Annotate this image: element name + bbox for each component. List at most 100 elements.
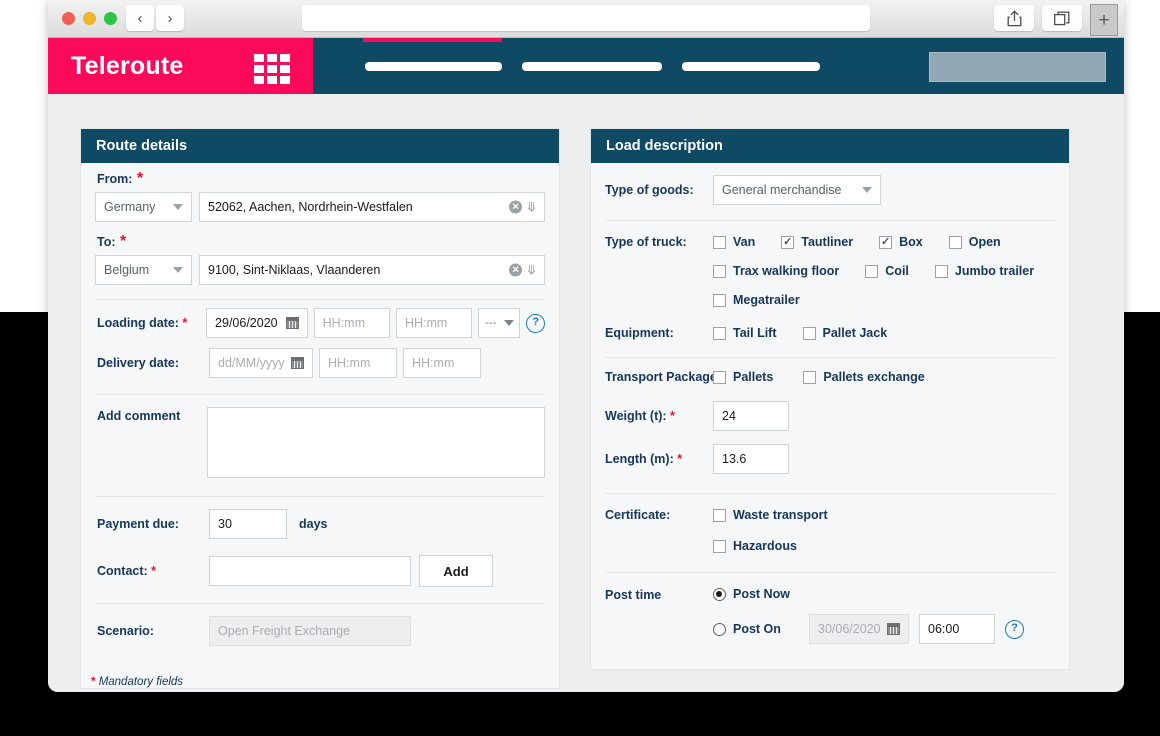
from-country-select[interactable]: Germany	[95, 192, 192, 222]
type-of-goods-value: General merchandise	[722, 183, 842, 197]
delivery-time-to-input[interactable]: HH:mm	[403, 348, 481, 378]
checkbox-label: Coil	[885, 264, 909, 278]
nav-item-2[interactable]	[522, 61, 662, 71]
checkbox-box[interactable]	[713, 293, 726, 307]
post-on-date-input: 30/06/2020	[809, 614, 909, 644]
show-tabs-button[interactable]	[1042, 5, 1082, 31]
calendar-icon[interactable]	[291, 357, 304, 369]
checkbox-box[interactable]	[781, 235, 795, 249]
length-input[interactable]: 13.6	[713, 444, 789, 474]
loading-date-mode-value: ---	[485, 317, 497, 329]
loading-date-input[interactable]: 29/06/2020	[206, 308, 308, 338]
checkbox-box[interactable]	[713, 326, 726, 340]
checkbox-box[interactable]	[934, 264, 948, 278]
radio-button[interactable]	[713, 622, 726, 636]
checkbox-tail-lift[interactable]: Tail Lift	[713, 326, 777, 340]
checkbox-box[interactable]	[713, 539, 726, 553]
from-required-marker: *	[136, 170, 144, 187]
to-country-select[interactable]: Belgium	[95, 255, 192, 285]
checkbox-box[interactable]	[713, 235, 726, 249]
delivery-time-from-input[interactable]: HH:mm	[319, 348, 397, 378]
window-controls	[62, 12, 117, 25]
weight-input[interactable]: 24	[713, 401, 789, 431]
mandatory-fields-note: * Mandatory fields	[91, 676, 184, 688]
page-content: Route details From: * Germany 52062, Aac…	[48, 94, 1124, 692]
contact-label-text: Contact:	[97, 564, 148, 578]
address-bar[interactable]	[302, 5, 870, 31]
post-on-time-input[interactable]: 06:00	[919, 614, 995, 644]
payment-due-input[interactable]: 30	[209, 509, 287, 539]
chevron-down-icon	[173, 267, 183, 273]
clear-icon[interactable]: ✕	[509, 263, 523, 277]
type-of-truck-label: Type of truck:	[605, 235, 687, 249]
comment-textarea[interactable]	[207, 407, 545, 478]
to-location-input[interactable]: 9100, Sint-Niklaas, Vlaanderen	[199, 255, 545, 285]
help-icon[interactable]: ?	[526, 313, 546, 333]
account-button[interactable]	[929, 52, 1106, 82]
radio-button[interactable]	[713, 587, 726, 601]
checkbox-label: Trax walking floor	[733, 264, 840, 278]
checkbox-box[interactable]	[713, 508, 726, 522]
browser-window: ‹ › + Teleroute Route details From: * Ge…	[48, 0, 1124, 692]
contact-input[interactable]	[209, 556, 411, 586]
delivery-date-input[interactable]: dd/MM/yyyy	[209, 348, 313, 378]
checkbox-label: Open	[968, 235, 1001, 249]
clear-icon[interactable]: ✕	[509, 200, 523, 214]
double-chevron-down-icon[interactable]: ⤋	[526, 263, 537, 276]
type-of-goods-select[interactable]: General merchandise	[713, 175, 881, 205]
route-details-panel: Route details From: * Germany 52062, Aac…	[80, 128, 560, 689]
length-label-text: Length (m):	[605, 452, 674, 466]
checkbox-label: Hazardous	[733, 539, 797, 553]
checkbox-tautliner[interactable]: Tautliner	[781, 235, 853, 249]
checkbox-trax-walking-floor[interactable]: Trax walking floor	[713, 264, 839, 278]
radio-label: Post On	[733, 622, 781, 636]
checkbox-box-truck[interactable]: Box	[879, 235, 923, 249]
nav-item-1[interactable]	[365, 61, 502, 71]
weight-label: Weight (t): *	[605, 409, 675, 423]
checkbox-coil[interactable]: Coil	[865, 264, 909, 278]
loading-time-from-input[interactable]: HH:mm	[313, 308, 390, 338]
checkbox-label: Waste transport	[733, 508, 828, 522]
to-required-marker: *	[119, 233, 127, 250]
checkbox-open[interactable]: Open	[948, 235, 1001, 249]
brand-area: Teleroute	[48, 38, 313, 94]
nav-item-3[interactable]	[682, 61, 820, 71]
tabs-icon	[1054, 10, 1070, 25]
checkbox-waste-transport[interactable]: Waste transport	[713, 508, 828, 522]
from-location-input[interactable]: 52062, Aachen, Nordrhein-Westfalen	[199, 192, 545, 222]
checkbox-box[interactable]	[865, 264, 879, 278]
grid-icon[interactable]	[254, 54, 290, 84]
help-icon[interactable]: ?	[1005, 619, 1024, 639]
checkbox-megatrailer[interactable]: Megatrailer	[713, 293, 800, 307]
radio-post-on[interactable]: Post On	[713, 622, 799, 636]
checkbox-van[interactable]: Van	[713, 235, 755, 249]
loading-date-mode-select[interactable]: ---	[478, 308, 521, 338]
back-button[interactable]: ‹	[126, 5, 154, 31]
checkbox-pallets[interactable]: Pallets	[713, 370, 773, 384]
forward-button[interactable]: ›	[156, 5, 184, 31]
checkbox-box[interactable]	[713, 370, 726, 384]
checkbox-label: Pallets	[733, 370, 774, 384]
main-navigation	[313, 38, 820, 94]
close-window-button[interactable]	[62, 12, 75, 25]
checkbox-jumbo-trailer[interactable]: Jumbo trailer	[934, 264, 1034, 278]
checkbox-pallets-exchange[interactable]: Pallets exchange	[803, 370, 925, 384]
double-chevron-down-icon[interactable]: ⤋	[526, 200, 537, 213]
checkbox-pallet-jack[interactable]: Pallet Jack	[802, 326, 887, 340]
checkbox-box[interactable]	[879, 235, 893, 249]
new-tab-button[interactable]: +	[1090, 4, 1118, 36]
loading-time-to-input[interactable]: HH:mm	[395, 308, 473, 338]
maximize-window-button[interactable]	[104, 12, 117, 25]
radio-post-now[interactable]: Post Now	[713, 587, 1024, 601]
checkbox-box[interactable]	[948, 235, 962, 249]
checkbox-hazardous[interactable]: Hazardous	[713, 539, 797, 553]
minimize-window-button[interactable]	[83, 12, 96, 25]
loading-date-value: 29/06/2020	[215, 316, 278, 330]
share-button[interactable]	[994, 5, 1034, 31]
calendar-icon[interactable]	[285, 317, 299, 329]
calendar-icon	[887, 623, 900, 635]
checkbox-box[interactable]	[713, 264, 726, 278]
checkbox-box[interactable]	[803, 370, 817, 384]
add-contact-button[interactable]: Add	[419, 555, 493, 587]
checkbox-box[interactable]	[802, 326, 816, 340]
